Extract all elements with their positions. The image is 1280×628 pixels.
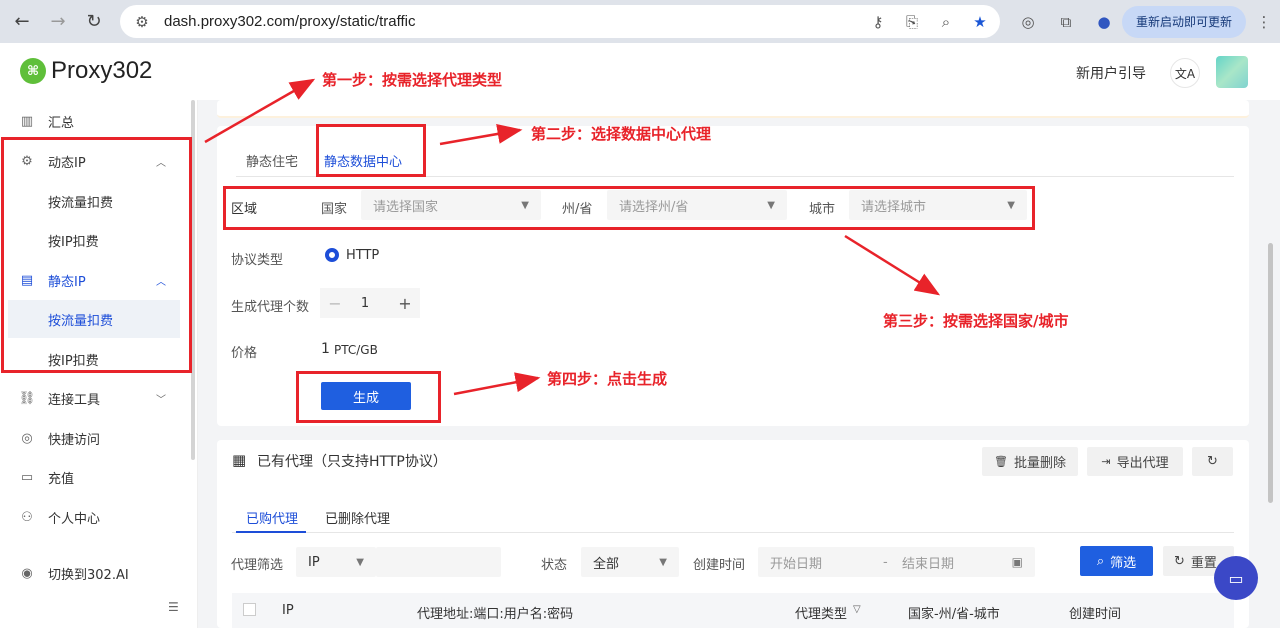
- status-label: 状态: [541, 558, 568, 573]
- column-created: 创建时间: [1069, 607, 1122, 622]
- batch-delete-label: 批量删除: [1013, 456, 1066, 471]
- tab-divider: [232, 532, 1234, 533]
- filter-icon[interactable]: ▽: [853, 604, 861, 615]
- filter-button[interactable]: ⌕ 筛选: [1080, 546, 1153, 576]
- trash-icon: 🗑: [994, 455, 1008, 468]
- column-location: 国家-州/省-城市: [908, 607, 1000, 622]
- date-separator: -: [883, 554, 888, 570]
- arrow-step3: [844, 234, 941, 296]
- main-scrollbar[interactable]: [1268, 243, 1273, 503]
- created-label: 创建时间: [693, 558, 746, 573]
- chat-icon[interactable]: ▭: [1214, 556, 1258, 600]
- start-date: 开始日期: [770, 556, 823, 572]
- filter-button-label: 筛选: [1110, 555, 1137, 571]
- column-ip: IP: [282, 603, 294, 618]
- column-address: 代理地址:端口:用户名:密码: [417, 607, 574, 622]
- filter-label: 代理筛选: [231, 558, 284, 573]
- export-icon: ⇥: [1101, 455, 1111, 468]
- annotation-step2: 第二步：选择数据中心代理: [531, 125, 712, 143]
- reset-button-label: 重置: [1190, 555, 1217, 571]
- column-type: 代理类型: [795, 607, 848, 622]
- calendar-icon: ▣: [1011, 555, 1023, 569]
- reset-icon: ↻: [1174, 553, 1185, 569]
- export-button[interactable]: ⇥ 导出代理: [1087, 447, 1183, 476]
- chevron-down-icon: ▼: [659, 556, 667, 568]
- arrow-step1: [204, 78, 316, 144]
- filter-input[interactable]: [376, 547, 501, 577]
- table-icon: ▦: [232, 451, 247, 469]
- export-label: 导出代理: [1116, 456, 1169, 471]
- status-value: 全部: [593, 556, 620, 572]
- annotation-step4: 第四步：点击生成: [547, 370, 668, 388]
- batch-delete-button[interactable]: 🗑 批量删除: [982, 447, 1078, 476]
- active-tab-indicator: [236, 531, 306, 533]
- search-icon: ⌕: [1096, 553, 1105, 569]
- annotation-step1: 第一步：按需选择代理类型: [322, 71, 503, 89]
- end-date: 结束日期: [902, 556, 955, 572]
- refresh-icon: ↻: [1207, 454, 1218, 469]
- filter-type-value: IP: [308, 554, 320, 570]
- existing-title: 已有代理（只支持HTTP协议）: [257, 454, 447, 470]
- status-select[interactable]: 全部 ▼: [581, 547, 679, 577]
- arrow-step2: [439, 124, 523, 146]
- arrow-step4: [453, 372, 541, 396]
- tab-purchased[interactable]: 已购代理: [246, 508, 298, 527]
- date-range-picker[interactable]: 开始日期 - 结束日期 ▣: [758, 547, 1035, 577]
- select-all-checkbox[interactable]: [243, 603, 256, 616]
- refresh-button[interactable]: ↻: [1192, 447, 1233, 476]
- tab-deleted[interactable]: 已删除代理: [325, 508, 390, 527]
- chevron-down-icon: ▼: [356, 556, 364, 568]
- annotation-step3: 第三步：按需选择国家/城市: [883, 312, 1069, 330]
- filter-type-select[interactable]: IP ▼: [296, 547, 376, 577]
